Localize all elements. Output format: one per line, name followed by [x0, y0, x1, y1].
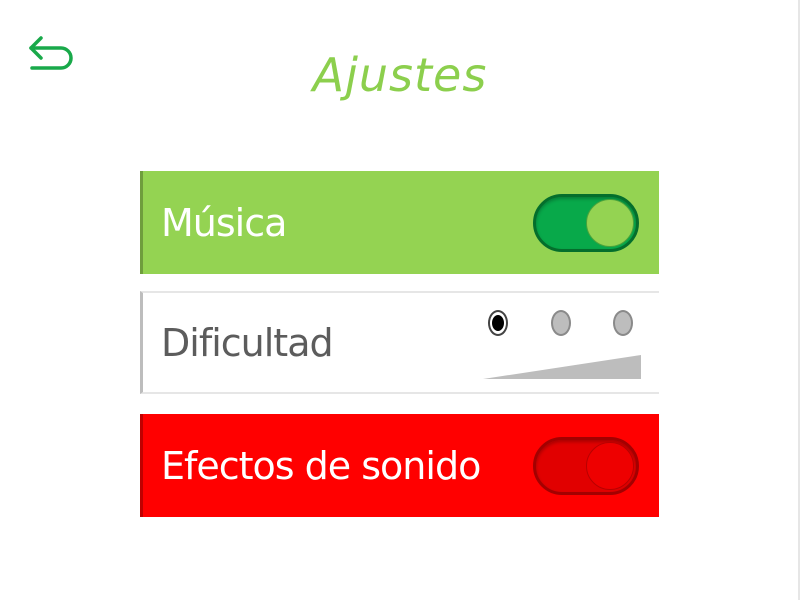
difficulty-level-1-radio[interactable]	[488, 310, 508, 336]
music-setting-row: Música	[140, 171, 659, 274]
sound-effects-label: Efectos de sonido	[161, 443, 481, 488]
page-title: Ajustes	[312, 48, 488, 102]
difficulty-level-3-radio[interactable]	[613, 310, 633, 336]
sound-effects-toggle-knob	[586, 441, 634, 490]
music-toggle[interactable]	[533, 193, 639, 252]
sound-effects-toggle[interactable]	[533, 436, 639, 495]
difficulty-ramp-icon	[483, 355, 643, 379]
difficulty-level-2-radio[interactable]	[551, 310, 571, 336]
difficulty-setting-row: Dificultad	[140, 291, 659, 394]
difficulty-label: Dificultad	[161, 320, 334, 365]
settings-screen: Ajustes Música Dificultad Efectos de son…	[0, 0, 800, 600]
music-toggle-knob	[586, 198, 634, 247]
music-label: Música	[161, 200, 287, 245]
sound-effects-setting-row: Efectos de sonido	[140, 414, 659, 517]
